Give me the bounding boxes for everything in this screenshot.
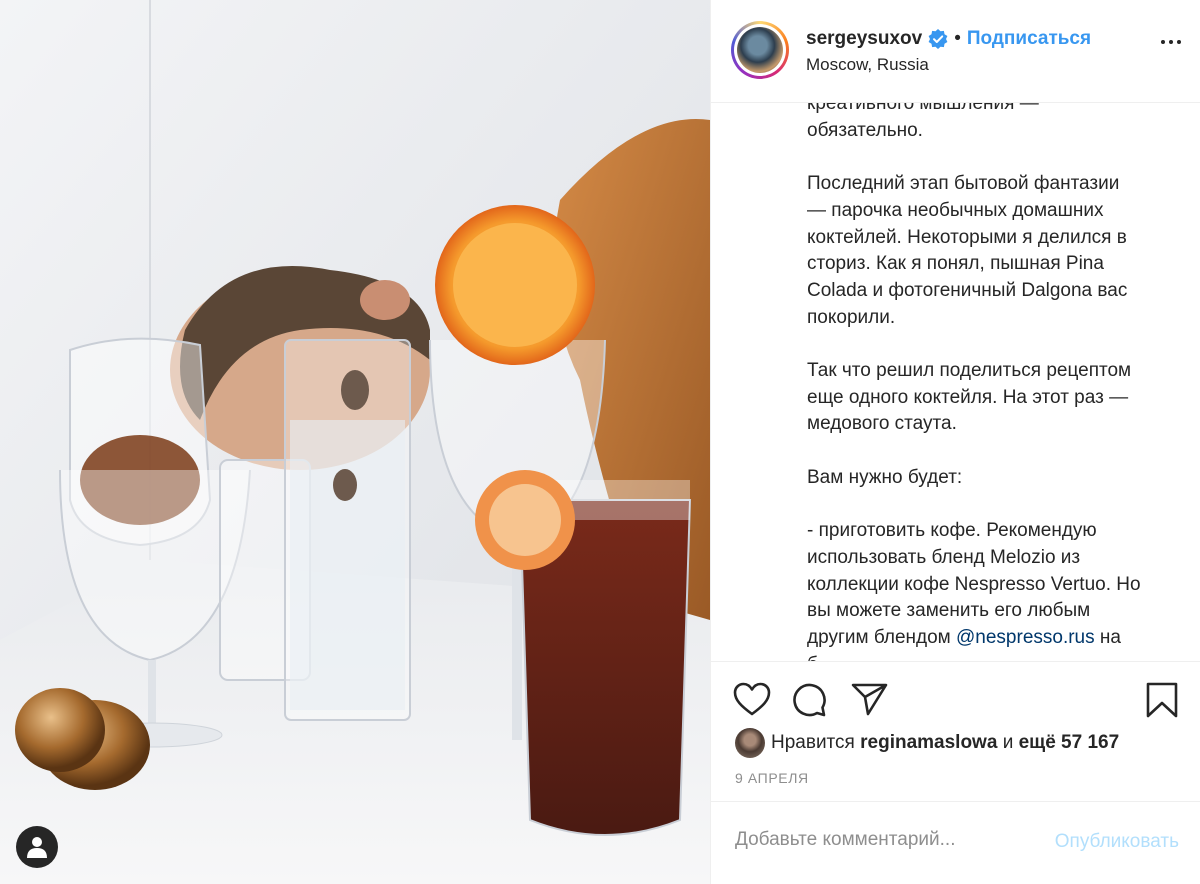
post-dialog: sergeysuxov • Подписаться Moscow, Russia… bbox=[0, 0, 1200, 884]
author-avatar[interactable] bbox=[731, 21, 789, 79]
follow-button[interactable]: Подписаться bbox=[967, 28, 1091, 50]
share-icon[interactable] bbox=[851, 682, 889, 716]
comment-input[interactable] bbox=[733, 828, 1027, 852]
more-dot bbox=[1169, 40, 1173, 44]
likes-prefix: Нравится bbox=[771, 732, 855, 753]
post-sidebar: sergeysuxov • Подписаться Moscow, Russia… bbox=[710, 0, 1200, 884]
verified-badge-icon bbox=[928, 29, 948, 49]
comment-icon[interactable] bbox=[791, 682, 827, 718]
likes-summary: Нравится reginamaslowa и ещё 57 167 bbox=[735, 727, 1119, 759]
likes-and: и bbox=[1002, 732, 1014, 753]
comment-bar: Опубликовать bbox=[711, 801, 1200, 884]
caption-scroll-area[interactable]: креативного мышления — обязательно. Посл… bbox=[711, 103, 1200, 661]
likes-text: Нравится reginamaslowa и ещё 57 167 bbox=[771, 732, 1119, 754]
more-dot bbox=[1161, 40, 1165, 44]
post-header: sergeysuxov • Подписаться Moscow, Russia bbox=[711, 0, 1200, 103]
avatar-image bbox=[737, 27, 783, 73]
post-location[interactable]: Moscow, Russia bbox=[806, 55, 929, 75]
bookmark-icon[interactable] bbox=[1145, 682, 1179, 718]
heart-icon[interactable] bbox=[733, 682, 771, 716]
caption-mention-link[interactable]: @nespresso.rus bbox=[956, 627, 1095, 648]
post-date[interactable]: 9 АПРЕЛЯ bbox=[735, 770, 809, 786]
user-icon bbox=[27, 837, 47, 858]
more-dot bbox=[1177, 40, 1181, 44]
separator-dot: • bbox=[954, 28, 961, 49]
user-tag-button[interactable] bbox=[16, 826, 58, 868]
post-actions: Нравится reginamaslowa и ещё 57 167 9 АП… bbox=[711, 661, 1200, 801]
liked-by-username[interactable]: reginamaslowa bbox=[860, 732, 997, 753]
publish-button[interactable]: Опубликовать bbox=[1055, 831, 1179, 853]
more-options-icon[interactable] bbox=[1161, 40, 1181, 44]
avatar-frame bbox=[734, 24, 786, 76]
likes-count[interactable]: ещё 57 167 bbox=[1019, 732, 1120, 753]
username-row: sergeysuxov • Подписаться bbox=[806, 26, 1091, 52]
photo-illustration bbox=[0, 0, 710, 884]
liker-avatar[interactable] bbox=[735, 728, 765, 758]
author-username[interactable]: sergeysuxov bbox=[806, 28, 922, 50]
caption-body: креативного мышления — обязательно. Посл… bbox=[807, 103, 1141, 649]
post-photo[interactable] bbox=[0, 0, 710, 884]
caption-text: креативного мышления — обязательно. Посл… bbox=[807, 103, 1177, 661]
